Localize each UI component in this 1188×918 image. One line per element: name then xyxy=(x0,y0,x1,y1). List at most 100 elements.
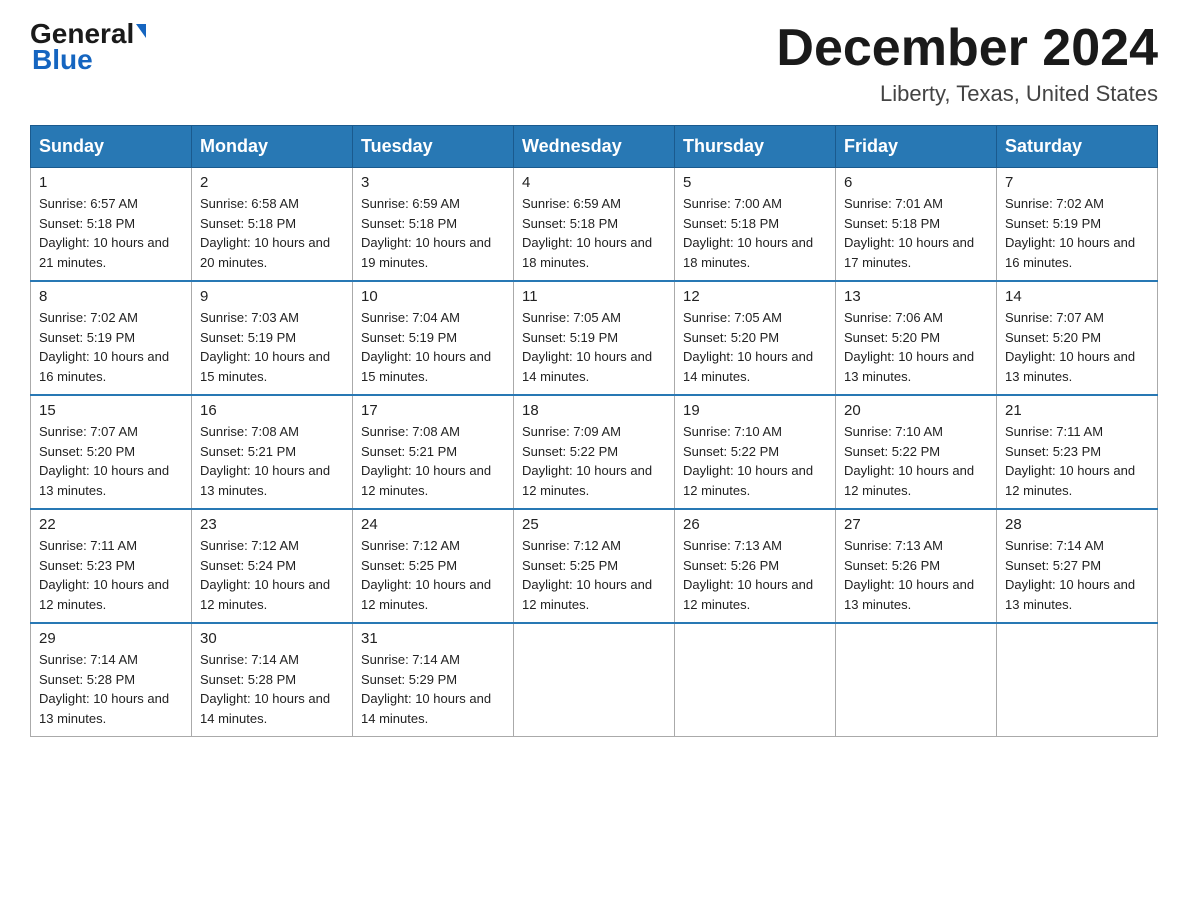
day-cell: 1 Sunrise: 6:57 AM Sunset: 5:18 PM Dayli… xyxy=(31,168,192,282)
day-cell: 5 Sunrise: 7:00 AM Sunset: 5:18 PM Dayli… xyxy=(675,168,836,282)
day-number: 6 xyxy=(844,174,988,191)
day-cell: 17 Sunrise: 7:08 AM Sunset: 5:21 PM Dayl… xyxy=(353,395,514,509)
day-info: Sunrise: 7:14 AM Sunset: 5:28 PM Dayligh… xyxy=(39,650,183,728)
day-cell: 25 Sunrise: 7:12 AM Sunset: 5:25 PM Dayl… xyxy=(514,509,675,623)
day-cell: 24 Sunrise: 7:12 AM Sunset: 5:25 PM Dayl… xyxy=(353,509,514,623)
day-number: 31 xyxy=(361,630,505,647)
day-info: Sunrise: 7:08 AM Sunset: 5:21 PM Dayligh… xyxy=(361,422,505,500)
day-number: 24 xyxy=(361,516,505,533)
day-cell xyxy=(514,623,675,737)
day-cell: 29 Sunrise: 7:14 AM Sunset: 5:28 PM Dayl… xyxy=(31,623,192,737)
header-saturday: Saturday xyxy=(997,126,1158,168)
day-number: 2 xyxy=(200,174,344,191)
day-info: Sunrise: 7:10 AM Sunset: 5:22 PM Dayligh… xyxy=(844,422,988,500)
day-cell: 20 Sunrise: 7:10 AM Sunset: 5:22 PM Dayl… xyxy=(836,395,997,509)
day-cell: 15 Sunrise: 7:07 AM Sunset: 5:20 PM Dayl… xyxy=(31,395,192,509)
day-cell xyxy=(997,623,1158,737)
day-number: 8 xyxy=(39,288,183,305)
day-number: 7 xyxy=(1005,174,1149,191)
day-cell: 26 Sunrise: 7:13 AM Sunset: 5:26 PM Dayl… xyxy=(675,509,836,623)
day-cell xyxy=(675,623,836,737)
location: Liberty, Texas, United States xyxy=(776,81,1158,107)
day-number: 25 xyxy=(522,516,666,533)
header-tuesday: Tuesday xyxy=(353,126,514,168)
day-info: Sunrise: 7:14 AM Sunset: 5:29 PM Dayligh… xyxy=(361,650,505,728)
day-info: Sunrise: 7:11 AM Sunset: 5:23 PM Dayligh… xyxy=(1005,422,1149,500)
header-monday: Monday xyxy=(192,126,353,168)
day-info: Sunrise: 7:12 AM Sunset: 5:25 PM Dayligh… xyxy=(361,536,505,614)
day-number: 17 xyxy=(361,402,505,419)
logo: General Blue xyxy=(30,20,146,76)
month-title: December 2024 xyxy=(776,20,1158,77)
day-number: 26 xyxy=(683,516,827,533)
day-info: Sunrise: 7:05 AM Sunset: 5:19 PM Dayligh… xyxy=(522,308,666,386)
day-info: Sunrise: 7:09 AM Sunset: 5:22 PM Dayligh… xyxy=(522,422,666,500)
day-cell xyxy=(836,623,997,737)
day-cell: 19 Sunrise: 7:10 AM Sunset: 5:22 PM Dayl… xyxy=(675,395,836,509)
day-number: 22 xyxy=(39,516,183,533)
day-info: Sunrise: 7:03 AM Sunset: 5:19 PM Dayligh… xyxy=(200,308,344,386)
day-number: 11 xyxy=(522,288,666,305)
day-number: 27 xyxy=(844,516,988,533)
day-cell: 30 Sunrise: 7:14 AM Sunset: 5:28 PM Dayl… xyxy=(192,623,353,737)
day-cell: 13 Sunrise: 7:06 AM Sunset: 5:20 PM Dayl… xyxy=(836,281,997,395)
day-number: 4 xyxy=(522,174,666,191)
day-cell: 4 Sunrise: 6:59 AM Sunset: 5:18 PM Dayli… xyxy=(514,168,675,282)
day-number: 9 xyxy=(200,288,344,305)
day-cell: 6 Sunrise: 7:01 AM Sunset: 5:18 PM Dayli… xyxy=(836,168,997,282)
day-info: Sunrise: 7:14 AM Sunset: 5:28 PM Dayligh… xyxy=(200,650,344,728)
day-info: Sunrise: 7:12 AM Sunset: 5:24 PM Dayligh… xyxy=(200,536,344,614)
day-number: 23 xyxy=(200,516,344,533)
day-cell: 12 Sunrise: 7:05 AM Sunset: 5:20 PM Dayl… xyxy=(675,281,836,395)
day-cell: 23 Sunrise: 7:12 AM Sunset: 5:24 PM Dayl… xyxy=(192,509,353,623)
day-cell: 7 Sunrise: 7:02 AM Sunset: 5:19 PM Dayli… xyxy=(997,168,1158,282)
day-info: Sunrise: 6:58 AM Sunset: 5:18 PM Dayligh… xyxy=(200,194,344,272)
day-info: Sunrise: 7:13 AM Sunset: 5:26 PM Dayligh… xyxy=(683,536,827,614)
day-number: 5 xyxy=(683,174,827,191)
day-number: 20 xyxy=(844,402,988,419)
day-number: 14 xyxy=(1005,288,1149,305)
day-number: 16 xyxy=(200,402,344,419)
day-info: Sunrise: 6:59 AM Sunset: 5:18 PM Dayligh… xyxy=(361,194,505,272)
calendar-table: Sunday Monday Tuesday Wednesday Thursday… xyxy=(30,125,1158,737)
day-info: Sunrise: 7:13 AM Sunset: 5:26 PM Dayligh… xyxy=(844,536,988,614)
day-number: 21 xyxy=(1005,402,1149,419)
day-info: Sunrise: 7:07 AM Sunset: 5:20 PM Dayligh… xyxy=(39,422,183,500)
header-thursday: Thursday xyxy=(675,126,836,168)
day-cell: 31 Sunrise: 7:14 AM Sunset: 5:29 PM Dayl… xyxy=(353,623,514,737)
day-info: Sunrise: 7:00 AM Sunset: 5:18 PM Dayligh… xyxy=(683,194,827,272)
logo-blue: Blue xyxy=(32,44,93,76)
week-row-4: 22 Sunrise: 7:11 AM Sunset: 5:23 PM Dayl… xyxy=(31,509,1158,623)
day-cell: 18 Sunrise: 7:09 AM Sunset: 5:22 PM Dayl… xyxy=(514,395,675,509)
title-block: December 2024 Liberty, Texas, United Sta… xyxy=(776,20,1158,107)
day-info: Sunrise: 7:12 AM Sunset: 5:25 PM Dayligh… xyxy=(522,536,666,614)
day-cell: 27 Sunrise: 7:13 AM Sunset: 5:26 PM Dayl… xyxy=(836,509,997,623)
day-info: Sunrise: 7:14 AM Sunset: 5:27 PM Dayligh… xyxy=(1005,536,1149,614)
day-number: 29 xyxy=(39,630,183,647)
day-number: 13 xyxy=(844,288,988,305)
weekday-header-row: Sunday Monday Tuesday Wednesday Thursday… xyxy=(31,126,1158,168)
day-cell: 28 Sunrise: 7:14 AM Sunset: 5:27 PM Dayl… xyxy=(997,509,1158,623)
header-friday: Friday xyxy=(836,126,997,168)
week-row-2: 8 Sunrise: 7:02 AM Sunset: 5:19 PM Dayli… xyxy=(31,281,1158,395)
day-info: Sunrise: 7:08 AM Sunset: 5:21 PM Dayligh… xyxy=(200,422,344,500)
day-cell: 8 Sunrise: 7:02 AM Sunset: 5:19 PM Dayli… xyxy=(31,281,192,395)
day-info: Sunrise: 7:11 AM Sunset: 5:23 PM Dayligh… xyxy=(39,536,183,614)
day-info: Sunrise: 7:07 AM Sunset: 5:20 PM Dayligh… xyxy=(1005,308,1149,386)
day-info: Sunrise: 7:02 AM Sunset: 5:19 PM Dayligh… xyxy=(39,308,183,386)
day-number: 10 xyxy=(361,288,505,305)
day-cell: 14 Sunrise: 7:07 AM Sunset: 5:20 PM Dayl… xyxy=(997,281,1158,395)
day-info: Sunrise: 6:59 AM Sunset: 5:18 PM Dayligh… xyxy=(522,194,666,272)
day-number: 28 xyxy=(1005,516,1149,533)
day-number: 30 xyxy=(200,630,344,647)
day-number: 3 xyxy=(361,174,505,191)
day-info: Sunrise: 7:10 AM Sunset: 5:22 PM Dayligh… xyxy=(683,422,827,500)
week-row-5: 29 Sunrise: 7:14 AM Sunset: 5:28 PM Dayl… xyxy=(31,623,1158,737)
day-number: 12 xyxy=(683,288,827,305)
day-cell: 3 Sunrise: 6:59 AM Sunset: 5:18 PM Dayli… xyxy=(353,168,514,282)
day-info: Sunrise: 7:02 AM Sunset: 5:19 PM Dayligh… xyxy=(1005,194,1149,272)
day-cell: 11 Sunrise: 7:05 AM Sunset: 5:19 PM Dayl… xyxy=(514,281,675,395)
logo-arrow-icon xyxy=(136,24,146,38)
day-cell: 21 Sunrise: 7:11 AM Sunset: 5:23 PM Dayl… xyxy=(997,395,1158,509)
week-row-1: 1 Sunrise: 6:57 AM Sunset: 5:18 PM Dayli… xyxy=(31,168,1158,282)
